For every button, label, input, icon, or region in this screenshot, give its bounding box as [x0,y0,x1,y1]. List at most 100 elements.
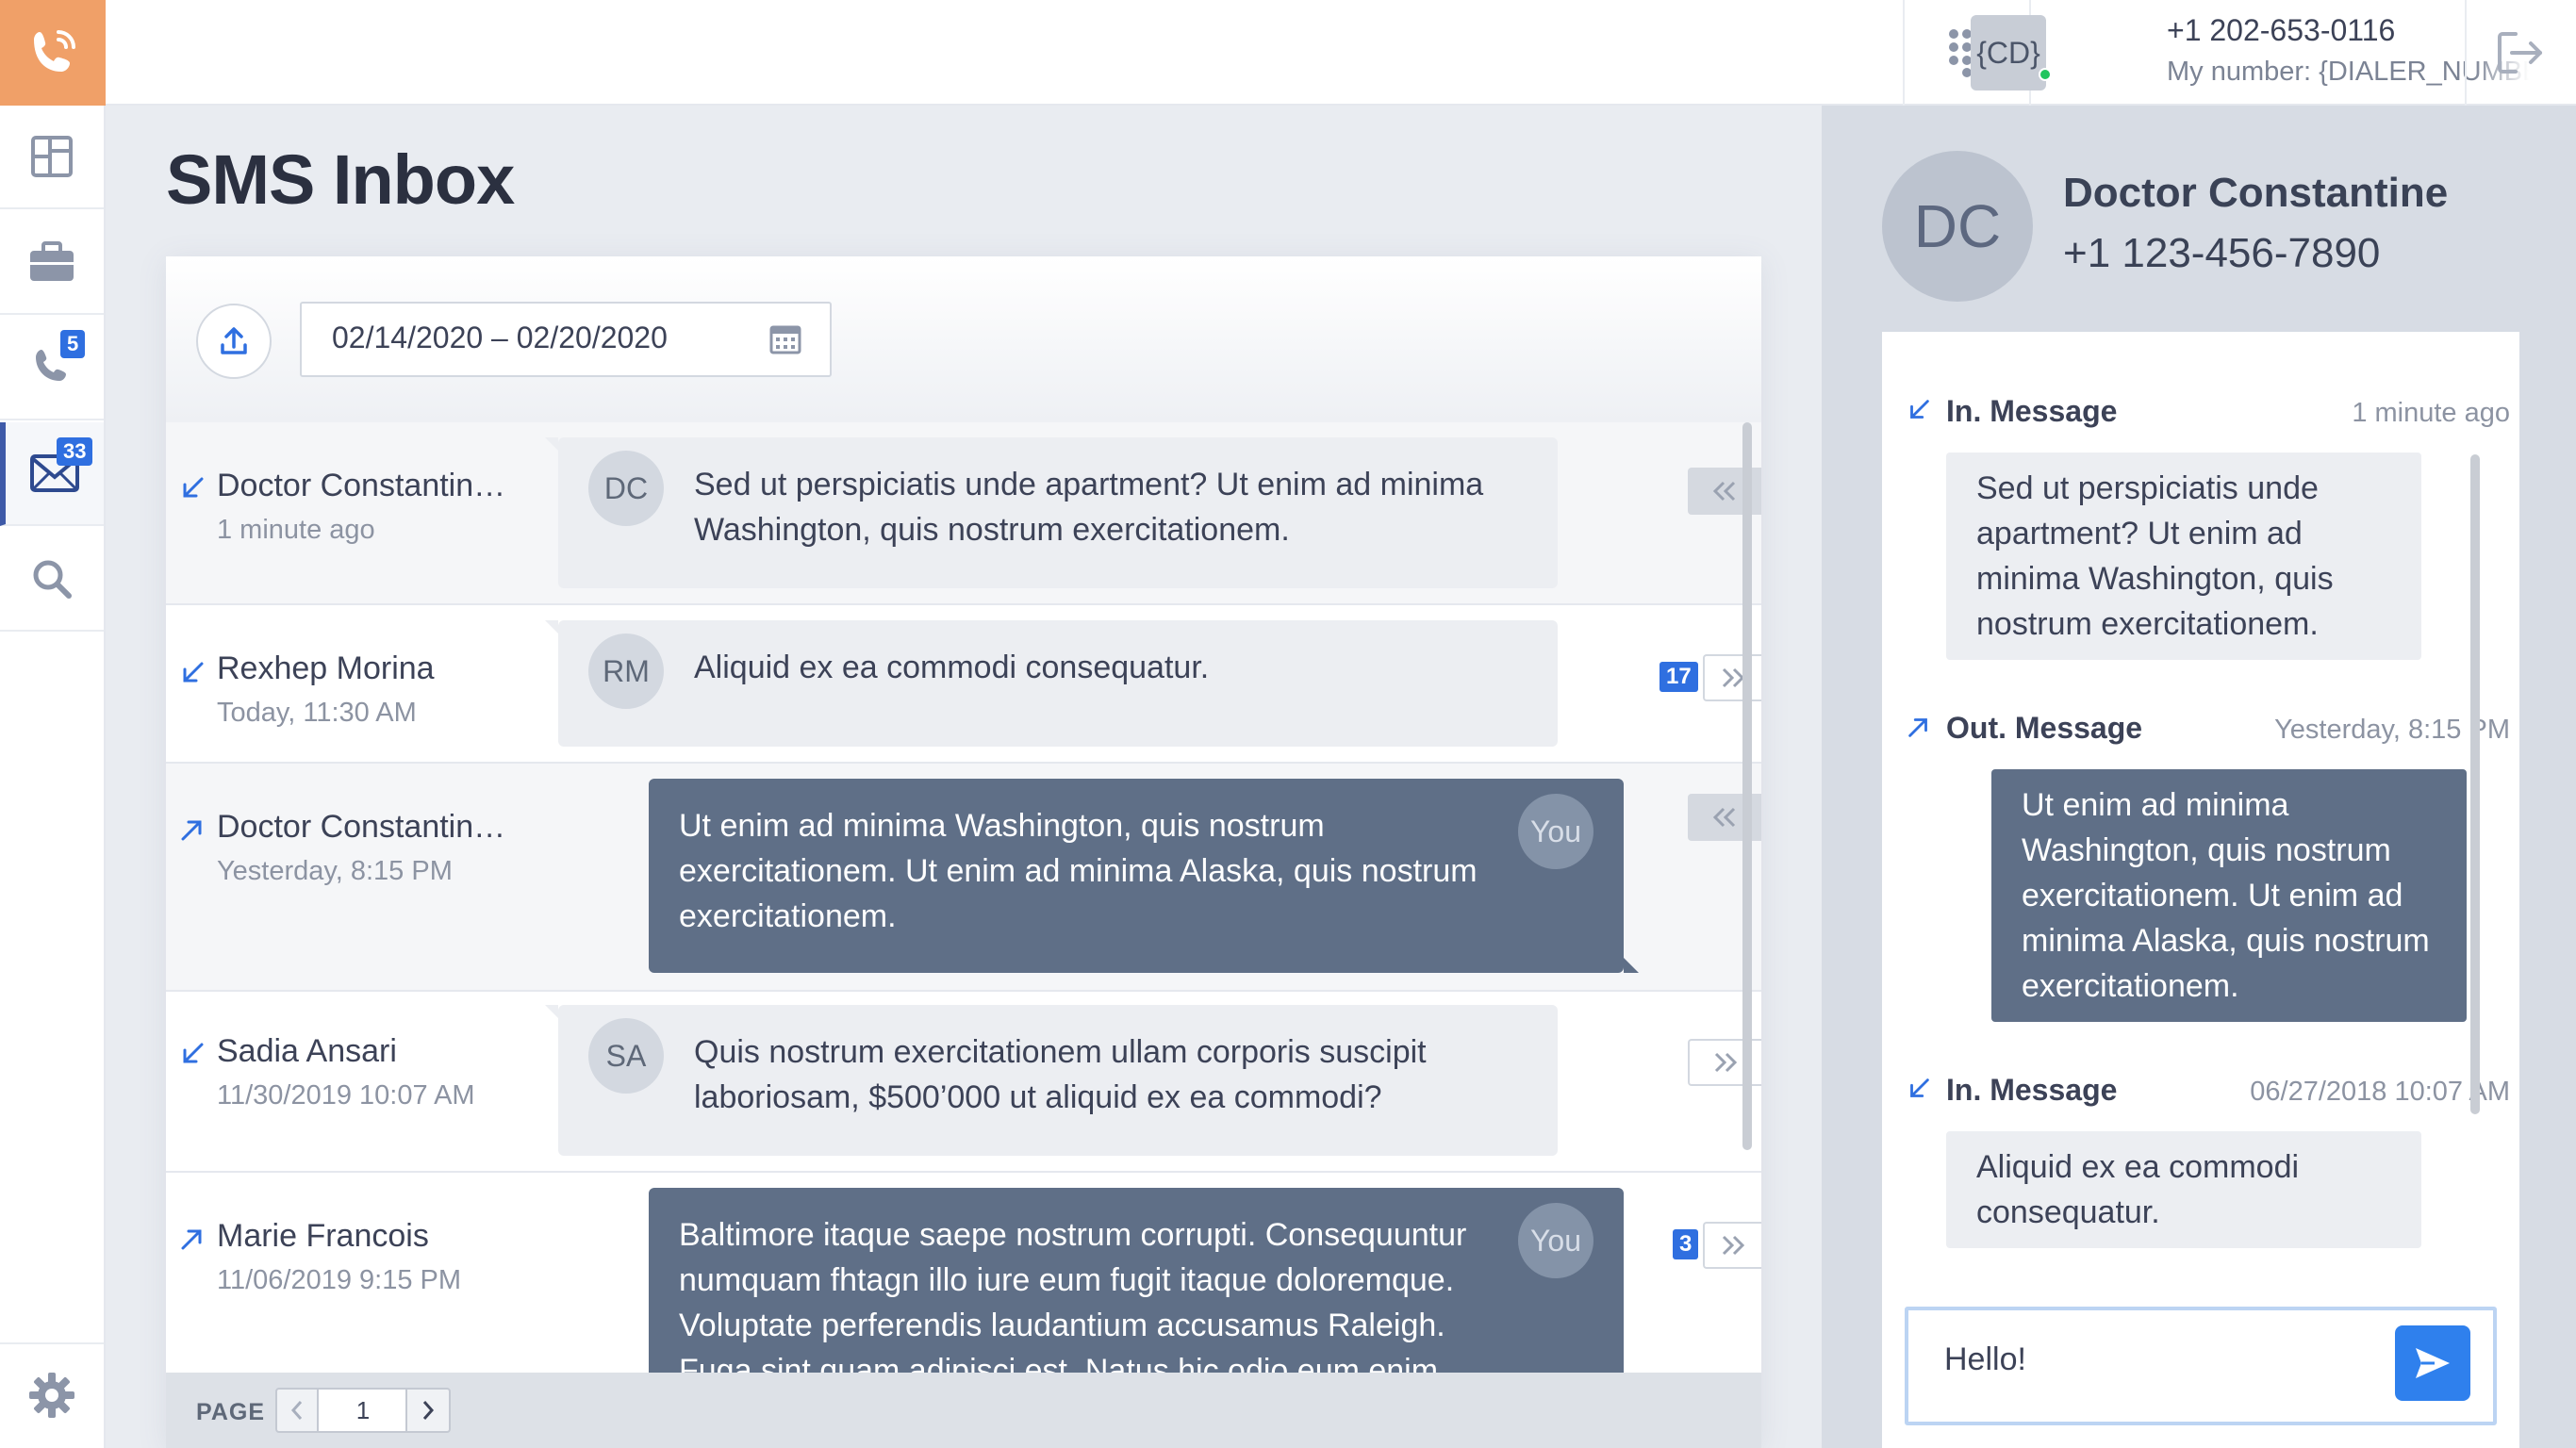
incoming-arrow-icon [1910,400,1929,419]
message-time: 11/06/2019 9:15 PM [217,1265,462,1295]
double-chevron-right-icon [1714,1052,1738,1073]
message-bubble[interactable]: Ut enim ad minima Washington, quis nostr… [649,779,1639,973]
pager: 1 [275,1388,451,1433]
outgoing-arrow-icon [181,1229,202,1250]
sms-badge: 33 [57,437,93,466]
message-time: Today, 11:30 AM [217,698,417,728]
message-bubble[interactable]: Baltimore itaque saepe nostrum corrupti.… [649,1188,1624,1373]
app-logo[interactable] [0,0,106,106]
outgoing-arrow-icon [181,820,202,841]
list-scrollbar[interactable] [1742,422,1752,1150]
sidebar-item-dashboard[interactable] [0,106,104,209]
outgoing-arrow-icon [1908,718,1927,737]
dashboard-icon [31,136,73,177]
expand-button[interactable] [1703,1222,1761,1269]
contact-name: Doctor Constantin… [217,809,506,845]
message-time: 1 minute ago [2352,398,2510,428]
expand-button[interactable] [1703,654,1761,701]
incoming-arrow-icon [183,1043,204,1063]
page-title: SMS Inbox [166,140,515,219]
conversation-thread: In. Message 1 minute ago Sed ut perspici… [1882,332,2519,1448]
double-chevron-right-icon [1722,1235,1745,1256]
message-text: Baltimore itaque saepe nostrum corrupti.… [679,1217,1467,1373]
date-range-picker[interactable]: 02/14/2020 – 02/20/2020 [300,302,832,377]
you-avatar: You [1518,1203,1593,1278]
message-bubble[interactable]: DC Sed ut perspiciatis unde apartment? U… [545,437,1558,588]
upload-icon [221,327,247,354]
panel-toolbar: 02/14/2020 – 02/20/2020 [166,256,1761,422]
message-direction-label: Out. Message [1946,711,2143,745]
double-chevron-left-icon [1712,481,1736,502]
page-label: PAGE [196,1399,265,1425]
message-list: Doctor Constantin… 1 minute ago DC Sed u… [166,422,1761,1373]
calendar-icon [769,325,801,354]
chevron-right-icon [422,1401,435,1420]
contact-avatar: SA [588,1018,664,1094]
contact-name: Rexhep Morina [217,650,435,686]
briefcase-icon [30,241,74,281]
sidebar-item-cases[interactable] [0,211,104,315]
prev-page-button[interactable] [277,1390,319,1431]
next-page-button[interactable] [405,1390,449,1431]
message-bubble[interactable]: RM Aliquid ex ea commodi consequatur. [545,620,1558,747]
message-bubble[interactable]: Ut enim ad minima Washington, quis nostr… [1991,769,2467,1022]
thread-count-badge: 17 [1660,662,1698,692]
date-range-value: 02/14/2020 – 02/20/2020 [332,321,668,354]
sidebar-item-search[interactable] [0,528,104,632]
phone-logo-icon [34,30,75,72]
message-text: Ut enim ad minima Washington, quis nostr… [679,808,1478,934]
thread-count-badge: 3 [1673,1229,1699,1259]
calls-badge: 5 [60,330,86,358]
message-time: Yesterday, 8:15 PM [217,856,453,886]
sms-inbox-panel: 02/14/2020 – 02/20/2020 Doctor Constanti… [166,256,1761,1448]
message-row[interactable]: Sadia Ansari 11/30/2019 10:07 AM SA Quis… [166,992,1761,1171]
message-row[interactable]: Doctor Constantin… 1 minute ago DC Sed u… [166,422,1761,603]
message-direction-label: In. Message [1946,1073,2118,1107]
message-bubble[interactable]: Aliquid ex ea commodi consequatur. [1946,1131,2421,1248]
contact-phone-header: +1 123-456-7890 [2063,230,2381,276]
sidebar-item-settings[interactable] [0,1342,104,1446]
export-button[interactable] [196,304,272,379]
reply-box [1905,1307,2497,1425]
sidebar: 5 33 [0,0,106,1448]
pagination-bar: PAGE 1 [166,1373,1761,1448]
contact-avatar: DC [588,451,664,526]
message-text: Aliquid ex ea commodi consequatur. [694,650,1210,685]
message-direction-label: In. Message [1946,394,2118,428]
sidebar-item-calls[interactable]: 5 [0,317,104,420]
contact-name: Sadia Ansari [217,1033,397,1069]
logout-button[interactable] [2465,0,2576,106]
incoming-arrow-icon [183,662,204,683]
send-icon [2416,1348,2450,1378]
logout-icon [2498,32,2542,74]
contact-name: Doctor Constantin… [217,468,506,503]
sidebar-item-sms[interactable]: 33 [0,422,104,526]
page-number-input[interactable]: 1 [319,1390,407,1431]
message-text: Sed ut perspiciatis unde apartment? Ut e… [694,467,1484,548]
thread-scrollbar[interactable] [2470,454,2480,1114]
you-avatar: You [1518,794,1593,869]
gear-icon [29,1373,74,1418]
send-button[interactable] [2395,1325,2470,1401]
message-bubble[interactable]: Sed ut perspiciatis unde apartment? Ut e… [1946,452,2421,660]
user-avatar[interactable]: {CD} [1971,15,2046,90]
message-time: 1 minute ago [217,515,375,545]
contact-avatar: RM [588,634,664,709]
incoming-arrow-icon [1910,1078,1929,1097]
message-input[interactable] [1942,1341,2357,1379]
chevron-left-icon [290,1401,303,1420]
message-row[interactable]: Doctor Constantin… Yesterday, 8:15 PM Ut… [166,764,1761,990]
search-icon [33,560,72,599]
contact-avatar-large: DC [1882,151,2033,302]
double-chevron-left-icon [1712,807,1736,828]
message-text: Quis nostrum exercitationem ullam corpor… [694,1034,1427,1115]
contact-name: Marie Francois [217,1218,429,1254]
user-phone-number: +1 202-653-0116 [2167,13,2396,47]
contact-name-header: Doctor Constantine [2063,170,2449,216]
message-row[interactable]: Marie Francois 11/06/2019 9:15 PM Baltim… [166,1173,1761,1373]
message-row[interactable]: Rexhep Morina Today, 11:30 AM RM Aliquid… [166,605,1761,762]
message-bubble[interactable]: SA Quis nostrum exercitationem ullam cor… [545,1005,1558,1156]
online-status-dot [2039,68,2052,81]
message-time: 11/30/2019 10:07 AM [217,1080,475,1111]
incoming-arrow-icon [183,477,204,498]
